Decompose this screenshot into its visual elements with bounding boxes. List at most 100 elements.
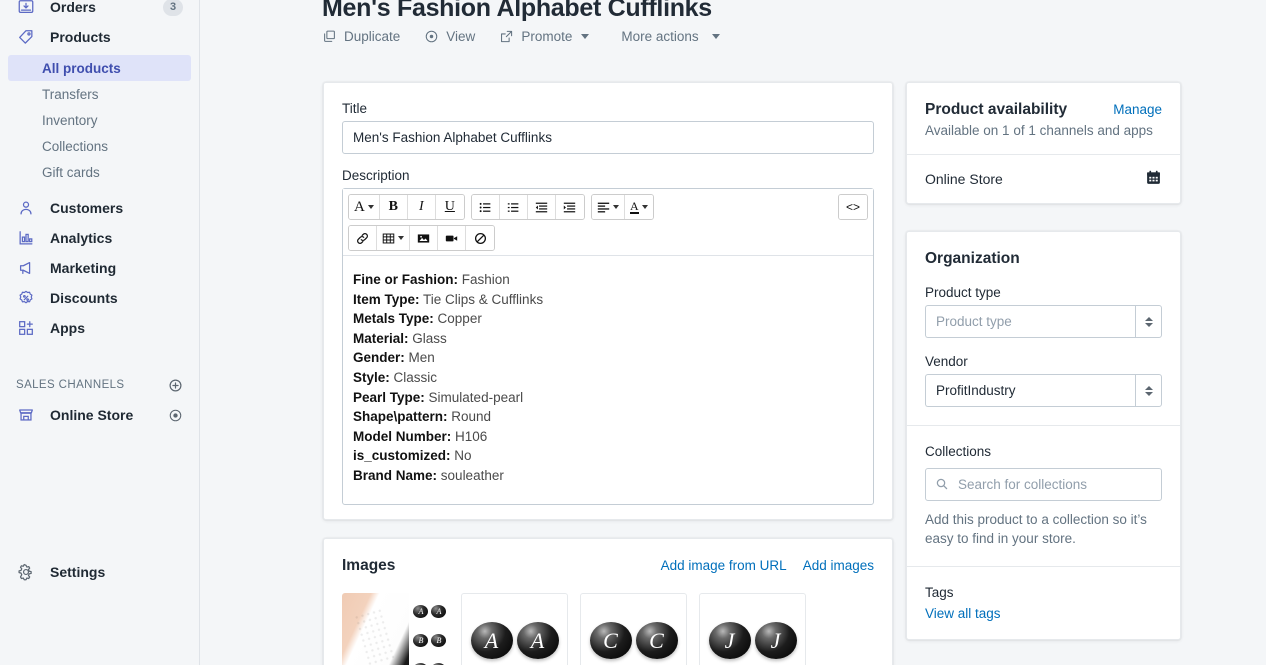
cufflink-ball: J xyxy=(754,622,797,659)
sidebar-item-orders[interactable]: Orders 3 xyxy=(8,0,191,21)
sidebar-item-customers[interactable]: Customers xyxy=(8,194,191,222)
numbered-list-button[interactable] xyxy=(499,195,528,219)
view-button[interactable]: View xyxy=(424,29,475,44)
availability-title: Product availability xyxy=(925,101,1068,118)
underline-button[interactable]: U xyxy=(435,195,464,219)
image-thumbnail[interactable]: A A xyxy=(461,593,568,665)
collections-search[interactable] xyxy=(925,468,1162,501)
sidebar-item-products[interactable]: Products xyxy=(8,23,191,51)
cufflink-pair: C C xyxy=(581,594,686,665)
description-value: Classic xyxy=(393,369,438,385)
cufflink-pair: A A xyxy=(462,594,567,665)
sidebar-item-all-products[interactable]: All products xyxy=(8,55,191,81)
insert-link-button[interactable] xyxy=(349,226,377,250)
add-image-from-url-link[interactable]: Add image from URL xyxy=(661,558,787,573)
vendor-input[interactable] xyxy=(925,374,1136,407)
align-button[interactable] xyxy=(591,195,625,219)
sidebar-item-analytics[interactable]: Analytics xyxy=(8,224,191,252)
sidebar-item-collections[interactable]: Collections xyxy=(8,133,191,159)
outdent-button[interactable] xyxy=(527,195,556,219)
cufflink-pair: J J xyxy=(700,594,805,665)
sidebar-item-analytics-label: Analytics xyxy=(50,230,113,246)
sidebar-item-online-store[interactable]: Online Store xyxy=(8,401,191,429)
duplicate-button[interactable]: Duplicate xyxy=(322,29,400,44)
page-title: Men's Fashion Alphabet Cufflinks xyxy=(322,0,712,22)
sidebar-item-customers-label: Customers xyxy=(50,200,124,216)
add-sales-channel-icon[interactable] xyxy=(168,378,183,393)
cufflink-ball: A xyxy=(516,622,559,659)
bullet-list-button[interactable] xyxy=(471,195,500,219)
italic-glyph: I xyxy=(419,199,424,214)
product-availability-card: Product availability Manage Available on… xyxy=(906,82,1181,204)
more-actions-button[interactable]: More actions xyxy=(621,29,720,44)
description-line: Fine or Fashion: Fashion xyxy=(353,270,863,290)
insert-table-button[interactable] xyxy=(377,226,410,250)
description-key: Model Number: xyxy=(353,428,452,444)
promote-button[interactable]: Promote xyxy=(499,29,590,44)
tags-label: Tags xyxy=(925,585,954,600)
insert-image-button[interactable] xyxy=(410,226,438,250)
manage-availability-link[interactable]: Manage xyxy=(1113,102,1162,117)
sidebar-item-apps[interactable]: Apps xyxy=(8,314,191,342)
show-html-button[interactable]: <> xyxy=(839,195,867,219)
description-value: H106 xyxy=(455,428,488,444)
underline-glyph: U xyxy=(444,199,455,214)
description-body[interactable]: Fine or Fashion: Fashion Item Type: Tie … xyxy=(343,256,873,504)
description-value: Round xyxy=(451,409,492,425)
clear-formatting-button[interactable] xyxy=(466,226,494,250)
description-line: Item Type: Tie Clips & Cufflinks xyxy=(353,290,863,310)
sidebar-item-inventory-label: Inventory xyxy=(42,112,98,128)
text-color-glyph: A xyxy=(630,199,639,214)
indent-button[interactable] xyxy=(555,195,584,219)
calendar-icon[interactable] xyxy=(1145,169,1162,189)
sidebar-item-transfers-label: Transfers xyxy=(42,86,99,102)
bold-button[interactable]: B xyxy=(379,195,408,219)
tags-section: Tags View all tags xyxy=(907,566,1180,639)
chevron-down-icon xyxy=(641,205,648,209)
vendor-select[interactable] xyxy=(925,374,1162,407)
add-images-link[interactable]: Add images xyxy=(803,558,874,573)
customers-icon xyxy=(16,198,36,218)
image-thumbnail[interactable]: A A B B C C xyxy=(342,593,449,665)
sidebar-item-collections-label: Collections xyxy=(42,138,109,154)
view-all-tags-link[interactable]: View all tags xyxy=(925,606,1001,621)
description-key: Gender: xyxy=(353,350,405,366)
vendor-stepper[interactable] xyxy=(1135,374,1162,407)
sidebar-item-gift-cards[interactable]: Gift cards xyxy=(8,159,191,185)
text-color-button[interactable]: A xyxy=(624,195,653,219)
channel-row-online-store[interactable]: Online Store xyxy=(907,154,1180,203)
sidebar-item-discounts[interactable]: Discounts xyxy=(8,284,191,312)
image-thumbnail[interactable]: J J xyxy=(699,593,806,665)
description-line: Gender: Men xyxy=(353,348,863,368)
font-family-button[interactable]: A xyxy=(349,195,380,219)
collections-label: Collections xyxy=(925,444,992,459)
chevron-up-icon xyxy=(1144,385,1153,390)
page-action-bar: Duplicate View Promote More actions xyxy=(322,29,902,44)
product-photo xyxy=(342,593,410,665)
images-card-header: Images Add image from URL Add images xyxy=(342,557,874,575)
italic-button[interactable]: I xyxy=(407,195,436,219)
preview-store-icon[interactable] xyxy=(168,408,183,423)
cufflink-mini: A xyxy=(413,605,429,619)
organization-section: Organization Product type Vendor xyxy=(907,232,1180,425)
description-key: is_customized: xyxy=(353,448,451,464)
product-type-stepper[interactable] xyxy=(1135,305,1162,338)
rte-align-color-group: A xyxy=(590,194,654,220)
image-thumbnail[interactable]: C C xyxy=(580,593,687,665)
product-title-input[interactable] xyxy=(342,121,874,154)
product-type-select[interactable] xyxy=(925,305,1162,338)
description-key: Pearl Type: xyxy=(353,389,425,405)
page-header: Men's Fashion Alphabet Cufflinks Duplica… xyxy=(322,0,902,44)
description-value: Men xyxy=(408,350,435,366)
collections-search-input[interactable] xyxy=(925,468,1162,501)
bold-glyph: B xyxy=(388,199,399,214)
product-type-input[interactable] xyxy=(925,305,1136,338)
organization-title: Organization xyxy=(925,250,1020,267)
sidebar-item-marketing[interactable]: Marketing xyxy=(8,254,191,282)
sidebar-item-settings-label: Settings xyxy=(50,564,106,580)
sidebar-item-transfers[interactable]: Transfers xyxy=(8,81,191,107)
sidebar-item-settings[interactable]: Settings xyxy=(8,558,208,586)
insert-video-button[interactable] xyxy=(438,226,466,250)
rte-insert-group xyxy=(348,225,495,251)
sidebar-item-inventory[interactable]: Inventory xyxy=(8,107,191,133)
